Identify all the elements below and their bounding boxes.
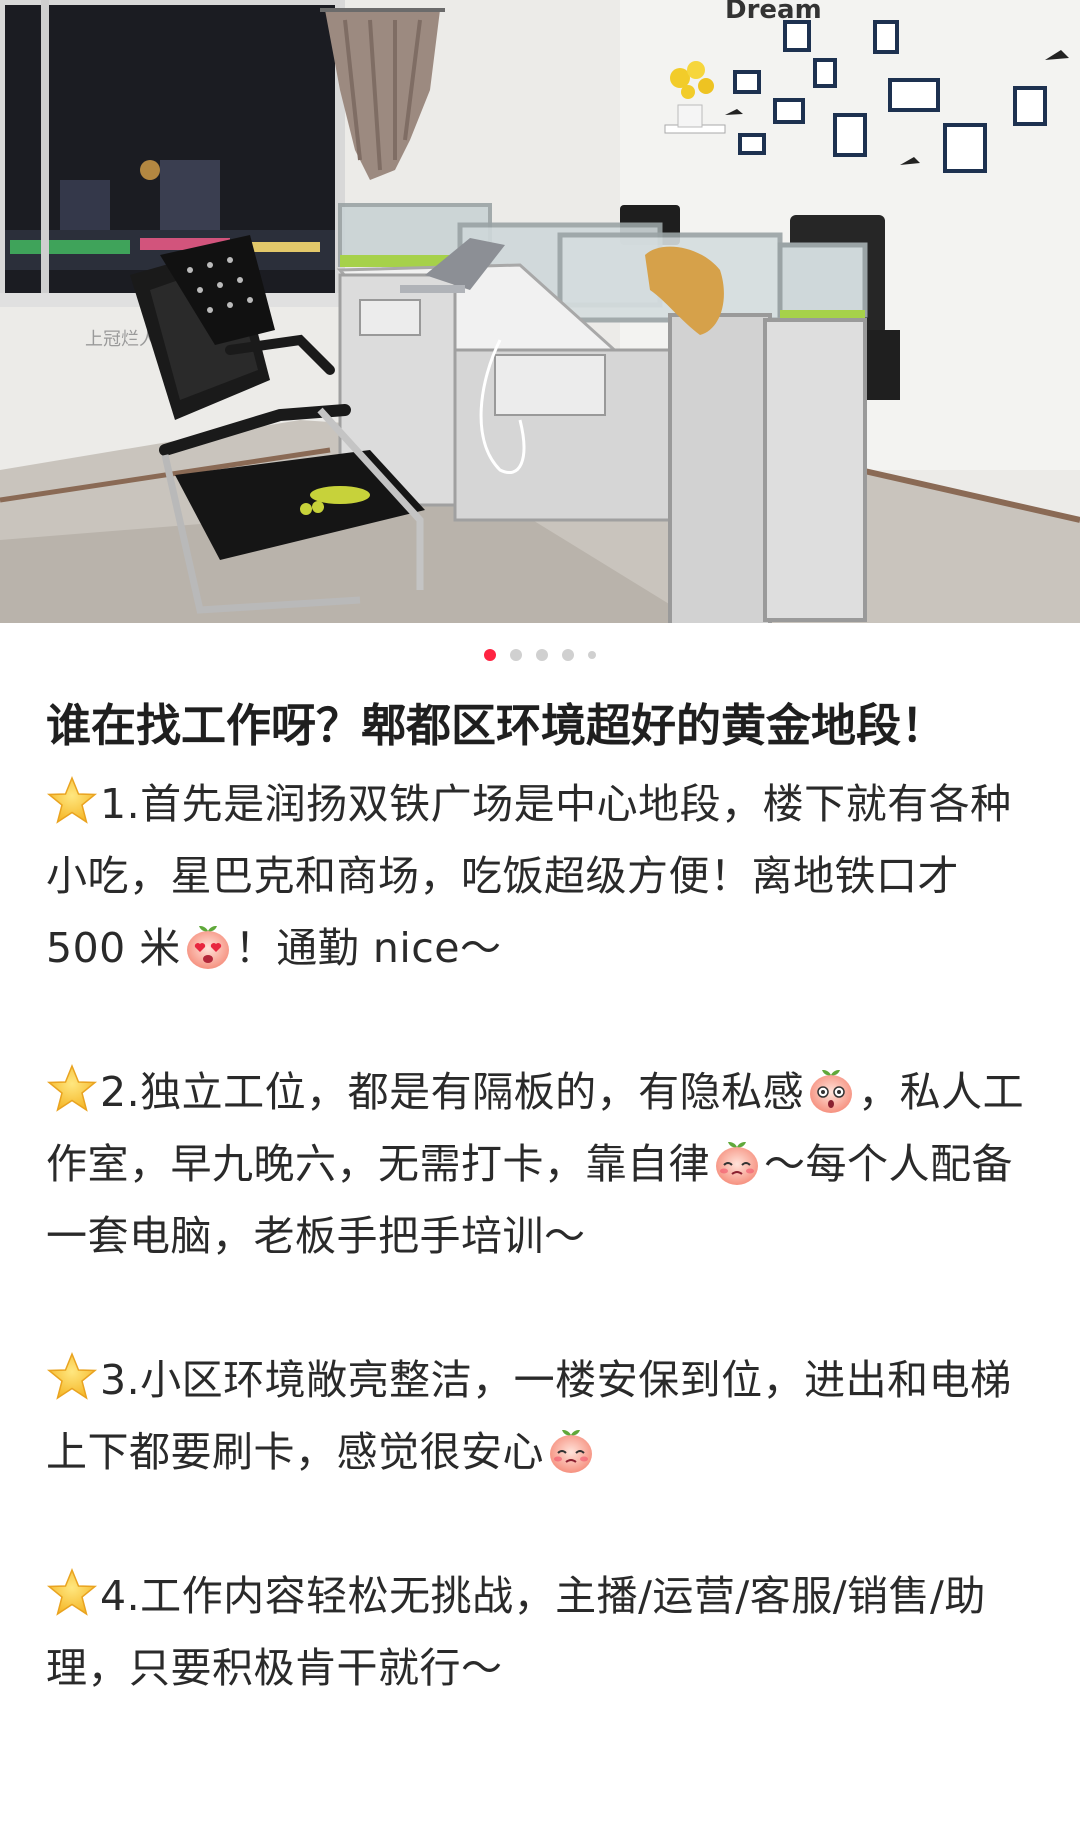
shy-peach-emoji-icon [716, 1141, 758, 1185]
carousel-dot[interactable] [536, 649, 548, 661]
svg-text:上冠烂人: 上冠烂人 [85, 329, 157, 350]
carousel-dot-active[interactable] [484, 649, 496, 661]
office-photo-image: 上冠烂人 Dream [0, 0, 1080, 623]
star-emoji-icon [46, 1568, 98, 1616]
paragraph-text: 4.工作内容轻松无挑战，主播/运营/客服/销售/助理，只要积极肯干就行～ [46, 1572, 986, 1692]
carousel-dot[interactable] [510, 649, 522, 661]
surprised-peach-emoji-icon [810, 1069, 853, 1113]
shy-peach-emoji-icon [550, 1429, 592, 1473]
post-paragraph: 3.小区环境敞亮整洁，一楼安保到位，进出和电梯上下都要刷卡，感觉很安心 [46, 1344, 1036, 1488]
post-paragraph: 2.独立工位，都是有隔板的，有隐私感 ，私人工作室，早九晚六，无需打卡，靠自律 ～每… [46, 1056, 1036, 1272]
paragraph-text: 2.独立工位，都是有隔板的，有隐私感 [100, 1068, 805, 1116]
heart-eyes-peach-emoji-icon [186, 925, 229, 969]
post-photo[interactable]: 上冠烂人 Dream [0, 0, 1080, 623]
paragraph-text: 3.小区环境敞亮整洁，一楼安保到位，进出和电梯上下都要刷卡，感觉很安心 [46, 1356, 1012, 1476]
star-emoji-icon [46, 776, 98, 824]
carousel-indicator [0, 649, 1080, 661]
post-body: 1.首先是润扬双铁广场是中心地段，楼下就有各种小吃，星巴克和商场，吃饭超级方便！… [46, 768, 1036, 1704]
carousel-dot[interactable] [562, 649, 574, 661]
star-emoji-icon [46, 1064, 98, 1112]
post-title: 谁在找工作呀？郫都区环境超好的黄金地段！ [46, 699, 947, 752]
post-paragraph: 1.首先是润扬双铁广场是中心地段，楼下就有各种小吃，星巴克和商场，吃饭超级方便！… [46, 768, 1036, 984]
carousel-dot[interactable] [588, 651, 596, 659]
star-emoji-icon [46, 1352, 98, 1400]
paragraph-text: ！通勤 nice～ [234, 924, 502, 972]
post-paragraph: 4.工作内容轻松无挑战，主播/运营/客服/销售/助理，只要积极肯干就行～ [46, 1560, 1036, 1704]
post-content: 谁在找工作呀？郫都区环境超好的黄金地段！ 1.首先是润扬双铁广场是中心地段，楼下… [46, 690, 1036, 1704]
